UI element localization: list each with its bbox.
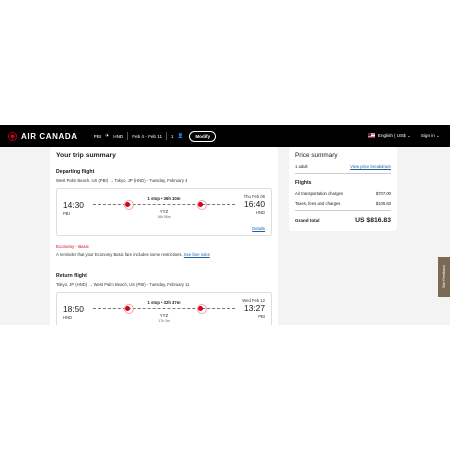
air-charges-value: $707.00 — [375, 191, 391, 196]
view-price-breakdown-link[interactable]: View price breakdown — [350, 164, 391, 169]
arrival-endpoint: Thu Feb 06 16:40 HND — [237, 194, 265, 215]
layover-duration: 16h 55m — [157, 215, 171, 219]
departing-flight-box: 14:30 PBI 1 stop • 36h 10m YYZ 16h 55m T… — [56, 188, 272, 236]
fare-name: Economy - Basic — [56, 244, 89, 249]
departure-endpoint: 14:30 PBI — [63, 194, 91, 216]
grand-total-value: US $816.83 — [355, 217, 391, 224]
departing-route: West Palm Beach, US (PBI) → Tokyo, JP (H… — [56, 178, 188, 183]
fare-note: A reminder that your Economy Basic fare … — [56, 252, 272, 257]
header-right-nav: English | US$ ⌄ Sign in ⌄ — [367, 133, 440, 139]
stop-marker — [123, 304, 134, 314]
arrival-endpoint: Wed Feb 12 13:27 PBI — [237, 298, 265, 319]
site-feedback-tab[interactable]: Site Feedback — [438, 257, 450, 297]
person-icon: 👤 — [177, 133, 184, 138]
trip-summary-bar: PBI ✈ HND Feb 4 - Feb 11 1 👤 Modify — [93, 130, 217, 142]
language-selector[interactable]: English | US$ ⌄ — [367, 133, 411, 139]
route-line — [93, 204, 235, 205]
price-summary-title: Price summary — [295, 152, 338, 159]
modify-button[interactable]: Modify — [189, 130, 217, 142]
chevron-down-icon: ⌄ — [436, 133, 440, 138]
taxes-row: Taxes, fees and charges $109.83 — [295, 201, 391, 206]
divider — [295, 210, 391, 211]
trip-dates: Feb 4 - Feb 11 — [132, 133, 163, 139]
arrival-code: PBI — [258, 314, 265, 319]
brand-logo[interactable]: AIR CANADA — [8, 132, 78, 141]
departure-time: 14:30 — [63, 200, 84, 210]
trip-summary-card: Your trip summary Departing flight West … — [50, 147, 278, 325]
flight-path: 1 stop • 36h 10m YYZ 16h 55m — [91, 194, 237, 222]
departing-flight-title: Departing flight — [56, 169, 95, 175]
price-summary-card: Price summary 1 adult View price breakdo… — [289, 147, 397, 231]
air-charges-row: Air transportation charges $707.00 — [295, 191, 391, 196]
route-line — [93, 308, 235, 309]
us-flag-icon — [367, 133, 375, 139]
stops-duration: 1 stop • 32h 37m — [147, 300, 181, 305]
stops-duration: 1 stop • 36h 10m — [147, 196, 181, 201]
flights-subtitle: Flights — [295, 180, 312, 186]
page: AIR CANADA PBI ✈ HND Feb 4 - Feb 11 1 👤 … — [0, 0, 450, 450]
divider — [295, 173, 391, 174]
return-flight-box: 18:50 HND 1 stop • 32h 37m YYZ 17h 3m We… — [56, 292, 272, 325]
air-charges-label: Air transportation charges — [295, 191, 343, 196]
browser-viewport: AIR CANADA PBI ✈ HND Feb 4 - Feb 11 1 👤 … — [0, 125, 450, 325]
brand-name: AIR CANADA — [21, 131, 78, 141]
adults-label: 1 adult — [295, 164, 308, 169]
adults-row: 1 adult View price breakdown — [295, 164, 391, 169]
origin-code: PBI — [93, 133, 102, 139]
flight-path: 1 stop • 32h 37m YYZ 17h 3m — [91, 298, 237, 325]
arrival-time: 16:40 — [244, 199, 265, 209]
arrival-time: 13:27 — [244, 303, 265, 313]
departure-code: PBI — [63, 211, 70, 216]
maple-leaf-icon — [8, 131, 17, 141]
taxes-value: $109.83 — [375, 201, 391, 206]
header-bar: AIR CANADA PBI ✈ HND Feb 4 - Feb 11 1 👤 … — [0, 125, 450, 147]
signin-link[interactable]: Sign in ⌄ — [421, 133, 440, 139]
return-route: Tokyo, JP (HND) → West Palm Beach, US (P… — [56, 282, 190, 287]
return-flight-title: Return flight — [56, 273, 87, 279]
connection-airport: YYZ — [159, 209, 169, 214]
fare-note-text: A reminder that your Economy Basic fare … — [56, 252, 183, 257]
layover-duration: 17h 3m — [158, 319, 170, 323]
signin-label: Sign in — [420, 133, 435, 138]
plane-icon: ✈ — [105, 133, 110, 139]
connection-airport: YYZ — [159, 313, 169, 318]
language-label: English | US$ — [377, 133, 406, 138]
stop-marker — [123, 200, 134, 210]
departure-code: HND — [63, 315, 73, 320]
divider — [127, 132, 129, 140]
taxes-label: Taxes, fees and charges — [295, 201, 341, 206]
stop-marker — [196, 304, 207, 314]
destination-code: HND — [113, 133, 124, 139]
passenger-count: 1 — [171, 133, 174, 139]
departure-endpoint: 18:50 HND — [63, 298, 91, 320]
chevron-down-icon: ⌄ — [406, 133, 411, 138]
arrival-code: HND — [255, 210, 265, 215]
stop-marker — [196, 200, 207, 210]
fare-rules-link[interactable]: See fare rules — [184, 252, 210, 257]
trip-summary-title: Your trip summary — [56, 152, 116, 159]
details-link[interactable]: Details — [252, 226, 265, 231]
grand-total-row: Grand total US $816.83 — [295, 217, 391, 224]
departure-time: 18:50 — [63, 304, 84, 314]
grand-total-label: Grand total — [295, 218, 320, 223]
divider — [166, 132, 168, 140]
fare-info: Economy - Basic A reminder that your Eco… — [56, 244, 272, 261]
